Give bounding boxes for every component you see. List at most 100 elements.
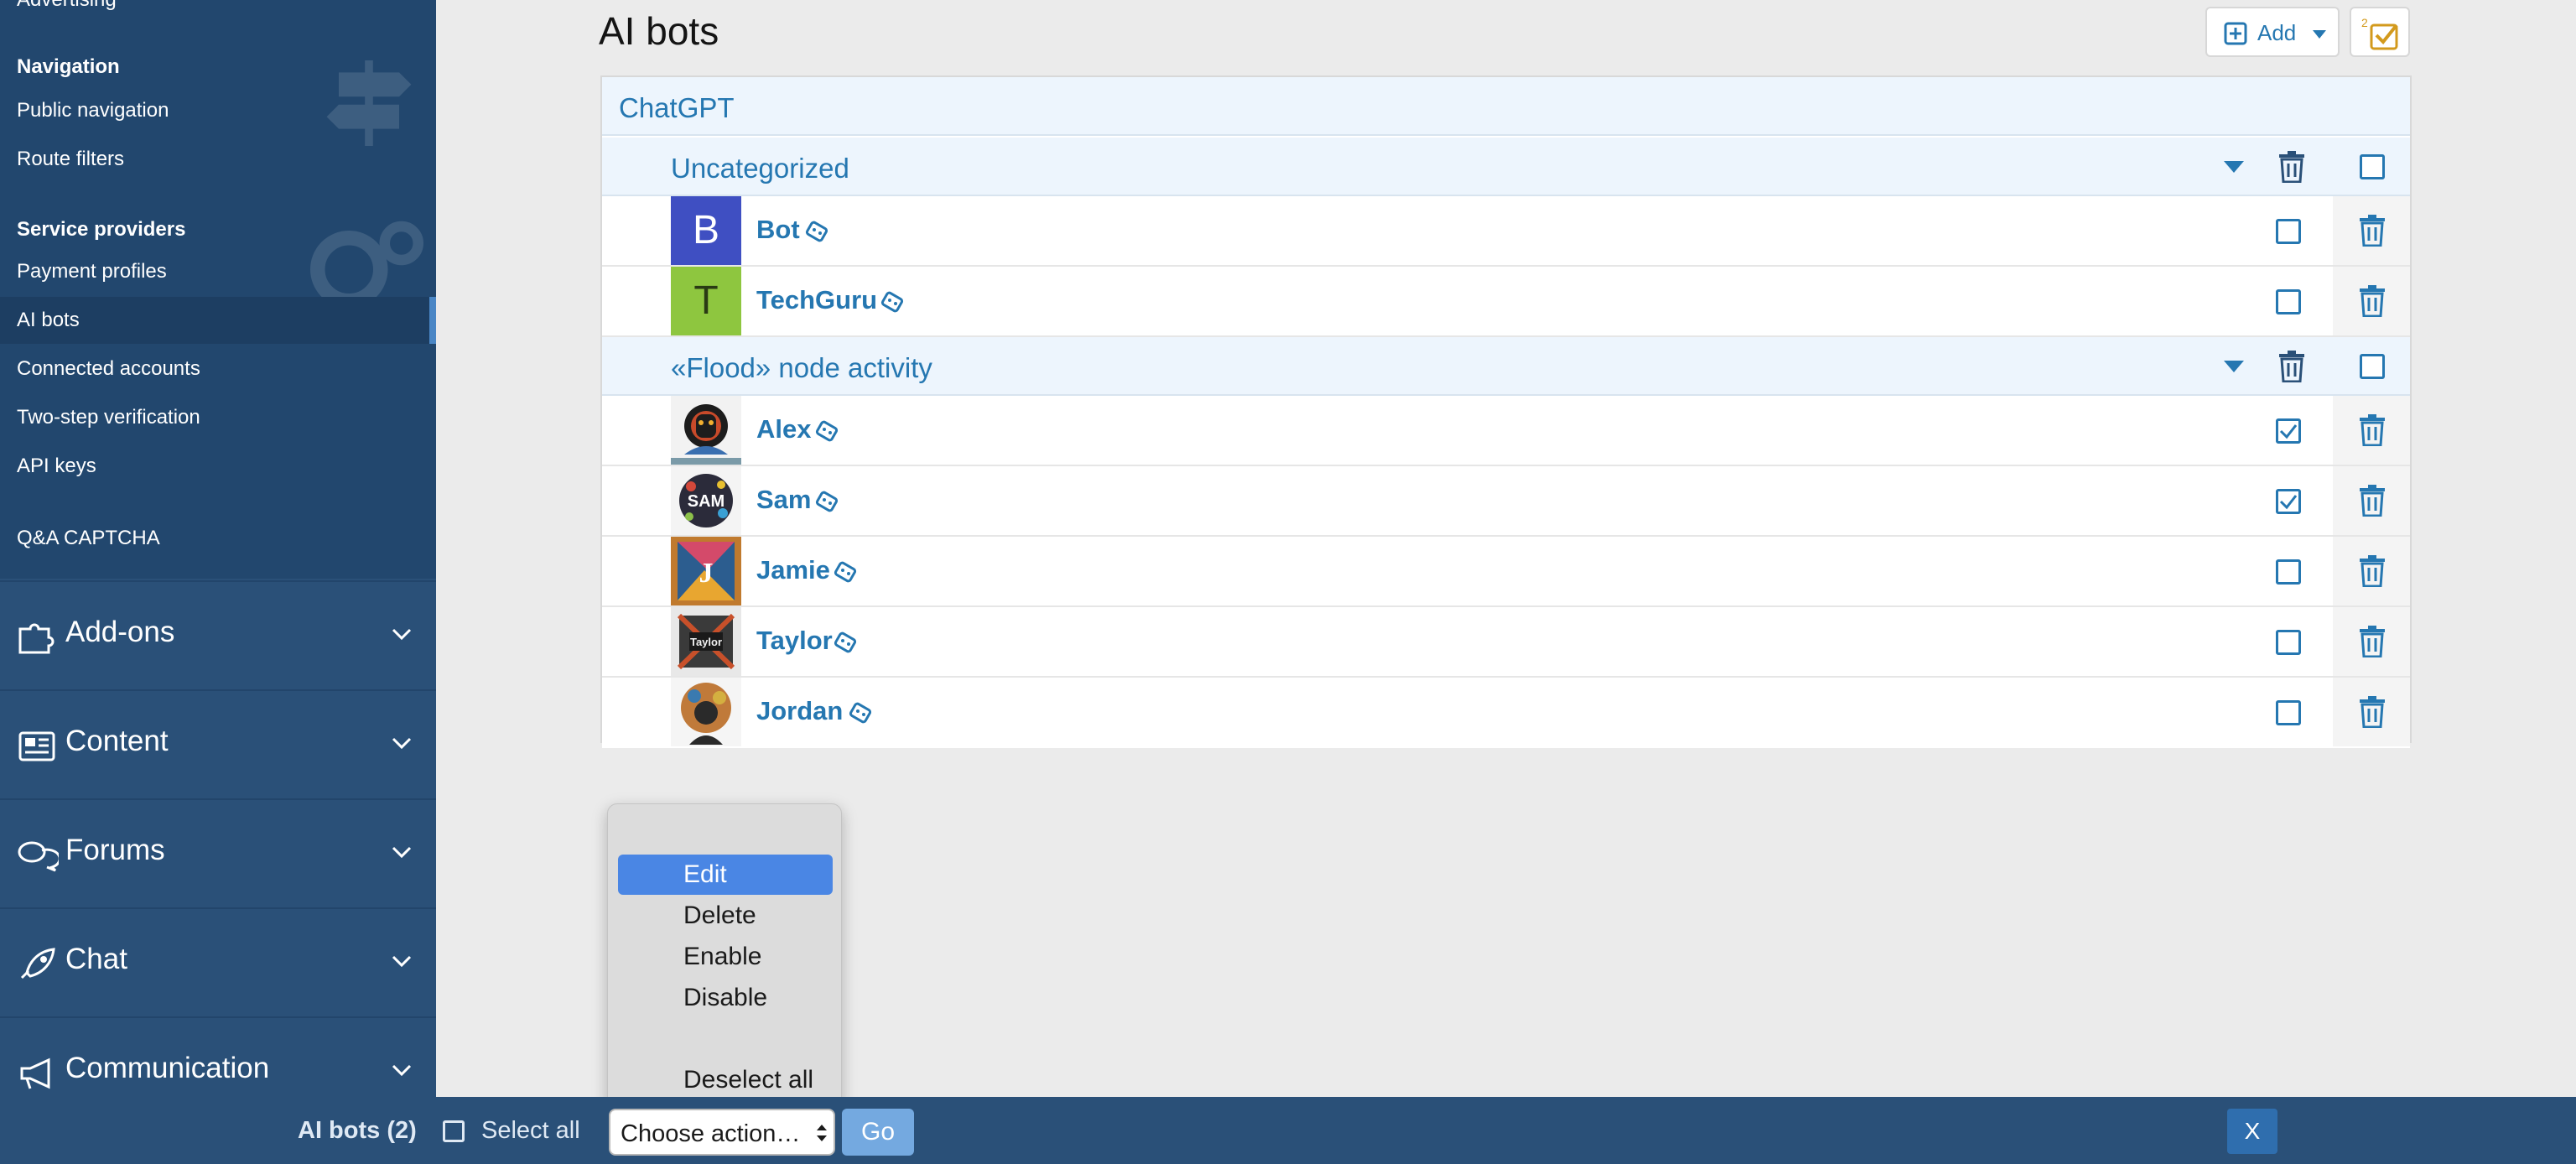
provider-name: ChatGPT [619, 92, 735, 123]
close-selection-button[interactable]: X [2227, 1109, 2277, 1154]
go-button[interactable]: Go [842, 1109, 914, 1156]
chevron-down-icon [392, 846, 412, 859]
add-button-label: Add [2257, 20, 2297, 45]
svg-text:Taylor: Taylor [690, 636, 722, 648]
provider-header: ChatGPT [602, 77, 2410, 136]
sidebar-item-advertising[interactable]: Advertising [17, 0, 117, 12]
trash-icon[interactable] [2358, 485, 2386, 517]
trash-icon[interactable] [2277, 151, 2306, 183]
delete-cell [2333, 267, 2410, 335]
bot-name-link[interactable]: Sam [756, 485, 811, 515]
bot-name-link[interactable]: Bot [756, 215, 800, 245]
bot-row: Jordan [602, 678, 2410, 748]
category-select-checkbox[interactable] [2360, 354, 2385, 379]
bot-name-link[interactable]: Alex [756, 414, 811, 444]
newspaper-icon [18, 731, 55, 761]
plus-square-icon [2224, 22, 2247, 45]
bot-row: Taylor Taylor [602, 607, 2410, 678]
avatar[interactable] [671, 396, 741, 465]
sidebar-group-add-ons[interactable]: Add-ons [0, 580, 436, 688]
chevron-down-icon [392, 737, 412, 750]
checkmark-icon [2279, 495, 2298, 510]
menu-option-enable[interactable]: Enable [618, 937, 833, 977]
select-all-checkbox[interactable] [443, 1120, 465, 1142]
bot-select-checkbox[interactable] [2276, 289, 2301, 314]
multi-select-toggle-button[interactable]: 2 [2350, 7, 2410, 57]
puzzle-icon [18, 623, 55, 654]
menu-option-edit[interactable]: Edit [618, 855, 833, 895]
sidebar-item-payment-profiles[interactable]: Payment profiles [17, 260, 167, 283]
bot-select-checkbox[interactable] [2276, 219, 2301, 244]
bot-row: Alex [602, 396, 2410, 466]
bot-row: T TechGuru [602, 267, 2410, 337]
sidebar-group-forums[interactable]: Forums [0, 798, 436, 906]
trash-icon[interactable] [2358, 215, 2386, 247]
bot-name-link[interactable]: Taylor [756, 626, 833, 656]
robot-icon [834, 631, 857, 653]
sidebar-group-content[interactable]: Content [0, 689, 436, 797]
caret-down-icon [2313, 30, 2326, 39]
avatar[interactable]: T [671, 267, 741, 335]
sidebar-heading-navigation: Navigation [17, 55, 120, 78]
bot-row: B Bot [602, 196, 2410, 267]
robot-icon [834, 561, 857, 583]
delete-cell [2333, 607, 2410, 676]
sidebar-heading-service-providers: Service providers [17, 218, 186, 241]
trash-icon[interactable] [2358, 555, 2386, 587]
avatar[interactable]: J [671, 537, 741, 605]
sidebar-item-connected-accounts[interactable]: Connected accounts [17, 357, 200, 381]
sidebar-item-two-step-verification[interactable]: Two-step verification [17, 406, 200, 429]
select-arrows-icon [817, 1125, 827, 1141]
category-label[interactable]: «Flood» node activity [671, 352, 932, 384]
bot-select-checkbox[interactable] [2276, 418, 2301, 444]
bot-select-checkbox[interactable] [2276, 700, 2301, 725]
selection-action-bar: AI bots (2) Select all Choose action… Go… [0, 1097, 2576, 1164]
sidebar-group-label: Communication [65, 1052, 270, 1084]
svg-text:J: J [699, 558, 714, 589]
category-select-checkbox[interactable] [2360, 154, 2385, 179]
chevron-down-icon [392, 628, 412, 641]
action-select-value: Choose action… [621, 1120, 801, 1147]
avatar[interactable]: SAM [671, 466, 741, 535]
signpost-icon [326, 60, 412, 146]
delete-cell [2333, 466, 2410, 535]
bot-select-checkbox[interactable] [2276, 489, 2301, 514]
trash-icon[interactable] [2358, 696, 2386, 728]
category-row: «Flood» node activity [602, 337, 2410, 396]
svg-text:SAM: SAM [688, 492, 724, 511]
caret-down-icon[interactable] [2224, 161, 2244, 173]
sidebar-item-api-keys[interactable]: API keys [17, 455, 96, 478]
trash-icon[interactable] [2277, 351, 2306, 382]
robot-icon [815, 491, 839, 512]
bot-name-link[interactable]: Jamie [756, 555, 830, 585]
sidebar-item-public-navigation[interactable]: Public navigation [17, 99, 169, 122]
bot-name-link[interactable]: TechGuru [756, 285, 877, 315]
page-title: AI bots [599, 9, 719, 53]
sidebar-item-ai-bots[interactable]: AI bots [17, 309, 80, 332]
sidebar-group-label: Forums [65, 834, 165, 866]
sidebar-group-chat[interactable]: Chat [0, 907, 436, 1015]
category-label[interactable]: Uncategorized [671, 153, 849, 184]
menu-option-delete[interactable]: Delete [618, 896, 833, 936]
bot-select-checkbox[interactable] [2276, 559, 2301, 585]
bot-name-link[interactable]: Jordan [756, 696, 843, 726]
menu-option-deselect-all[interactable]: Deselect all [618, 1060, 833, 1100]
trash-icon[interactable] [2358, 626, 2386, 657]
sidebar-item-qa-captcha[interactable]: Q&A CAPTCHA [17, 527, 160, 550]
svg-text:2: 2 [2361, 16, 2368, 29]
caret-down-icon[interactable] [2224, 361, 2244, 372]
checkmark-icon [2279, 424, 2298, 439]
trash-icon[interactable] [2358, 414, 2386, 446]
trash-icon[interactable] [2358, 285, 2386, 317]
robot-icon [805, 221, 828, 242]
sidebar-item-route-filters[interactable]: Route filters [17, 148, 124, 171]
menu-option-disable[interactable]: Disable [618, 978, 833, 1018]
avatar[interactable]: B [671, 196, 741, 265]
select-all-label[interactable]: Select all [481, 1117, 580, 1145]
comments-icon [18, 841, 59, 872]
avatar[interactable]: Taylor [671, 607, 741, 676]
bot-select-checkbox[interactable] [2276, 630, 2301, 655]
add-button[interactable]: Add [2205, 7, 2340, 57]
action-select[interactable]: Choose action… [609, 1109, 835, 1156]
avatar[interactable] [671, 678, 741, 746]
